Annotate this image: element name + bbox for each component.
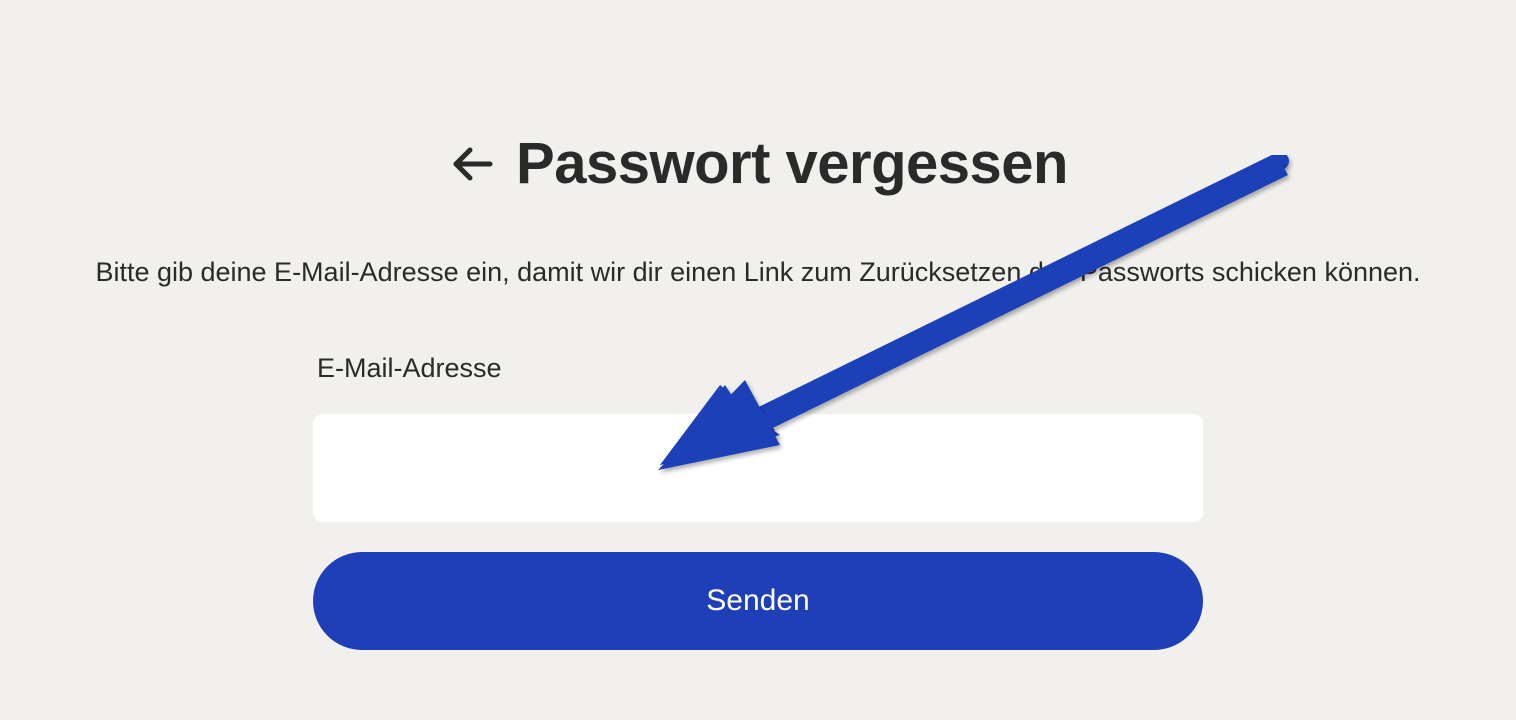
forgot-password-container: Passwort vergessen Bitte gib deine E-Mai… (0, 0, 1516, 650)
page-title: Passwort vergessen (516, 130, 1068, 197)
form-container: E-Mail-Adresse Senden (313, 353, 1203, 650)
back-button[interactable] (448, 140, 496, 188)
header-row: Passwort vergessen (448, 130, 1068, 197)
arrow-left-icon (448, 140, 496, 188)
page-description: Bitte gib deine E-Mail-Adresse ein, dami… (95, 257, 1420, 288)
email-label: E-Mail-Adresse (313, 353, 1203, 384)
email-input[interactable] (313, 414, 1203, 522)
submit-button[interactable]: Senden (313, 552, 1203, 650)
